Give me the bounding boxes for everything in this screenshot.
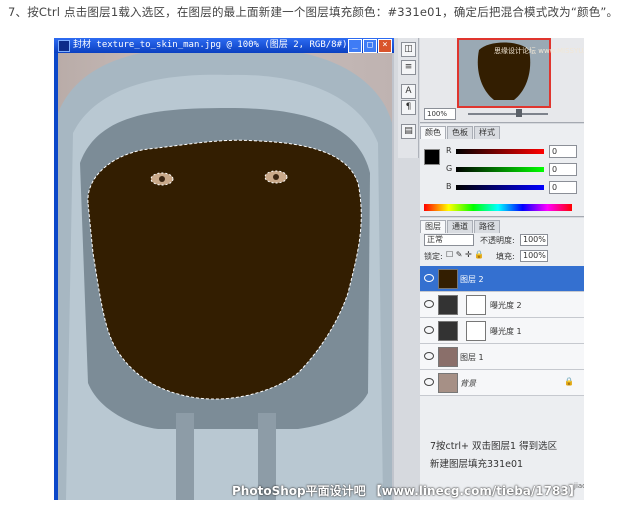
blue-value[interactable]: 0: [549, 181, 577, 194]
document-title: 封材 texture_to_skin_man.jpg @ 100% (图层 2,…: [73, 40, 348, 50]
layer-row-layer1[interactable]: 图层 1: [420, 344, 584, 370]
color-panel: 颜色 色板 样式 R 0 G 0 B 0: [420, 124, 584, 217]
layer-name: 图层 1: [460, 353, 484, 362]
note-line-1: 7按ctrl+ 双击图层1 得到选区: [430, 441, 558, 452]
history-dock-icon[interactable]: ≡: [401, 60, 416, 75]
layer-thumbnail: [438, 347, 458, 367]
opacity-field[interactable]: 100%: [520, 234, 548, 246]
green-slider[interactable]: [456, 167, 544, 172]
vertical-scrollbar[interactable]: [392, 53, 394, 500]
green-label: G: [446, 164, 453, 173]
layer-row-layer2[interactable]: 图层 2: [420, 266, 584, 292]
left-pupil: [159, 176, 165, 182]
layer-name: 背景: [460, 379, 476, 388]
red-value[interactable]: 0: [549, 145, 577, 158]
layer-row-background[interactable]: 背景 🔒: [420, 370, 584, 396]
red-slider[interactable]: [456, 149, 544, 154]
tab-styles[interactable]: 样式: [474, 126, 500, 139]
red-label: R: [446, 146, 452, 155]
layer-mask-thumbnail: [466, 295, 486, 315]
navigator-dock-icon[interactable]: ◫: [401, 42, 416, 57]
opacity-label: 不透明度:: [480, 236, 515, 245]
tab-channels[interactable]: 通道: [447, 220, 473, 233]
navigator-zoom-slider[interactable]: [468, 113, 548, 115]
color-panel-tabs: 颜色 色板 样式: [420, 126, 501, 139]
layers-panel: 图层 通道 路径 正常 不透明度: 100% 锁定: ☐ ✎ ✛ 🔒 填充: 1…: [420, 218, 584, 500]
maximize-icon[interactable]: □: [363, 39, 377, 53]
layer-thumbnail: [438, 269, 458, 289]
foreground-color-swatch[interactable]: [424, 149, 440, 165]
color-spectrum-bar[interactable]: [424, 204, 572, 211]
bottom-watermark: PhotoShop平面设计吧 【www.linecg.com/tieba/178…: [232, 484, 581, 498]
tab-layers[interactable]: 图层: [420, 220, 446, 233]
panel-dock-strip: ◫ ≡ A ¶ ▤: [398, 38, 419, 158]
tab-swatches[interactable]: 色板: [447, 126, 473, 139]
layer-controls: 正常 不透明度: 100% 锁定: ☐ ✎ ✛ 🔒 填充: 100%: [422, 234, 582, 264]
adjustment-thumbnail: [438, 295, 458, 315]
tab-color[interactable]: 颜色: [420, 126, 446, 139]
character-dock-icon[interactable]: A: [401, 84, 416, 99]
blue-label: B: [446, 182, 452, 191]
minimize-icon[interactable]: _: [348, 39, 362, 53]
close-icon[interactable]: ×: [378, 39, 392, 53]
visibility-eye-icon[interactable]: [424, 352, 434, 360]
photo-artwork: [58, 53, 392, 500]
blue-slider[interactable]: [456, 185, 544, 190]
lock-icons[interactable]: ☐ ✎ ✛ 🔒: [446, 250, 484, 259]
layer-list: 图层 2 曝光度 2 曝光度 1 图层 1 背景 🔒: [420, 266, 584, 396]
document-title-bar[interactable]: 封材 texture_to_skin_man.jpg @ 100% (图层 2,…: [54, 38, 394, 53]
note-line-2: 新建图层填充331e01: [430, 459, 524, 470]
layer-name: 曝光度 1: [490, 327, 522, 336]
layers-panel-tabs: 图层 通道 路径: [420, 220, 501, 233]
right-pupil: [273, 174, 279, 180]
ps-app-icon: [58, 40, 70, 52]
lock-label: 锁定:: [424, 252, 443, 261]
adjustment-thumbnail: [438, 321, 458, 341]
layer-name: 图层 2: [460, 275, 484, 284]
navigator-panel: 思缘设计论坛 www.MISSYUAN.com 100%: [420, 38, 584, 123]
paragraph-dock-icon[interactable]: ¶: [401, 100, 416, 115]
visibility-eye-icon[interactable]: [424, 326, 434, 334]
document-window: 封材 texture_to_skin_man.jpg @ 100% (图层 2,…: [54, 38, 394, 500]
visibility-eye-icon[interactable]: [424, 378, 434, 386]
drawstring-left: [176, 413, 194, 500]
layer-row-exposure1[interactable]: 曝光度 1: [420, 318, 584, 344]
green-value[interactable]: 0: [549, 163, 577, 176]
layer-name: 曝光度 2: [490, 301, 522, 310]
tool-presets-dock-icon[interactable]: ▤: [401, 124, 416, 139]
layer-mask-thumbnail: [466, 321, 486, 341]
fill-field[interactable]: 100%: [520, 250, 548, 262]
visibility-eye-icon[interactable]: [424, 300, 434, 308]
blend-mode-select[interactable]: 正常: [424, 234, 474, 246]
photoshop-screenshot: 封材 texture_to_skin_man.jpg @ 100% (图层 2,…: [54, 38, 584, 500]
visibility-eye-icon[interactable]: [424, 274, 434, 282]
navigator-zoom-field[interactable]: 100%: [424, 108, 456, 120]
tab-paths[interactable]: 路径: [474, 220, 500, 233]
layer-thumbnail: [438, 373, 458, 393]
site-watermark: 思缘设计论坛 www.MISSYUAN.com: [494, 47, 584, 55]
fill-label: 填充:: [496, 252, 515, 261]
image-canvas[interactable]: [58, 53, 392, 500]
lock-icon: 🔒: [564, 377, 574, 386]
layer-row-exposure2[interactable]: 曝光度 2: [420, 292, 584, 318]
instruction-text: 7、按Ctrl 点击图层1载入选区，在图层的最上面新建一个图层填充颜色：#331…: [8, 5, 619, 19]
navigator-zoom-knob[interactable]: [516, 109, 522, 117]
window-buttons: _ □ ×: [348, 39, 392, 53]
